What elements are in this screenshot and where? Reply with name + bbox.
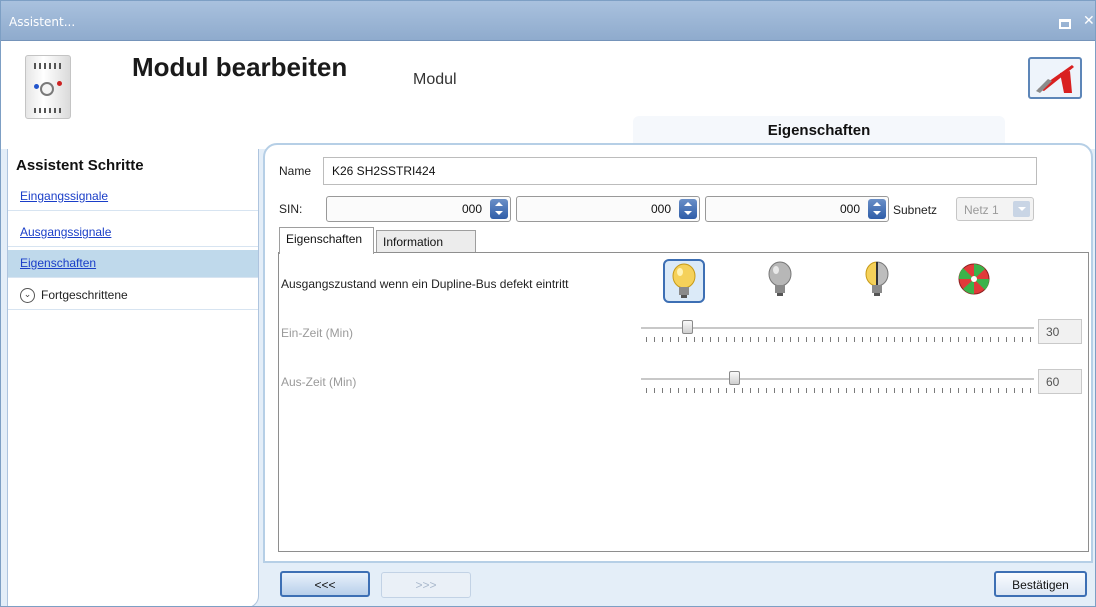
off-time-label: Aus-Zeit (Min): [281, 375, 357, 389]
title-bar: Assistent... ✕: [1, 1, 1095, 41]
sidebar-link[interactable]: Ausgangssignale: [20, 225, 111, 239]
off-time-slider-track[interactable]: [641, 378, 1034, 380]
maximize-icon[interactable]: [1059, 19, 1071, 29]
sidebar: Assistent Schritte Eingangssignale Ausga…: [7, 149, 259, 606]
bulb-half-icon[interactable]: [858, 259, 900, 303]
sin-value: 000: [839, 202, 860, 216]
bulb-off-icon[interactable]: [761, 259, 803, 303]
subnet-value: Netz 1: [964, 203, 999, 217]
name-label: Name: [279, 164, 312, 178]
off-time-value[interactable]: 60: [1038, 369, 1082, 394]
on-time-value[interactable]: 30: [1038, 319, 1082, 344]
sidebar-link[interactable]: Eingangssignale: [20, 189, 108, 203]
sin-spinner-3[interactable]: 000: [705, 196, 889, 222]
close-icon[interactable]: ✕: [1083, 13, 1095, 29]
header: Modul bearbeiten Modul Eigenschaften: [1, 41, 1095, 149]
chevron-down-icon[interactable]: [1013, 201, 1030, 217]
app-logo-icon: [1028, 57, 1082, 99]
sidebar-item-eigenschaften[interactable]: Eigenschaften: [8, 250, 258, 278]
subnet-label: Subnetz: [893, 203, 938, 217]
off-time-slider-ticks: [646, 388, 1031, 393]
page-subtitle: Modul: [413, 71, 457, 88]
sin-value: 000: [650, 202, 671, 216]
chevron-down-icon[interactable]: ⌄: [20, 288, 35, 303]
spinner-buttons[interactable]: [679, 199, 697, 219]
on-time-slider-thumb[interactable]: [682, 320, 694, 334]
window-title: Assistent...: [9, 15, 76, 29]
on-time-slider-track[interactable]: [641, 327, 1034, 329]
sin-value: 000: [461, 202, 482, 216]
name-field[interactable]: K26 SH2SSTRI424: [323, 157, 1037, 185]
confirm-button[interactable]: Bestätigen: [994, 571, 1087, 597]
on-time-slider-ticks: [646, 337, 1031, 342]
sidebar-item-eingangssignale[interactable]: Eingangssignale: [8, 183, 258, 211]
tab-eigenschaften[interactable]: Eigenschaften: [279, 227, 374, 254]
sin-spinner-2[interactable]: 000: [516, 196, 700, 222]
sidebar-title: Assistent Schritte: [16, 157, 144, 174]
subnet-select[interactable]: Netz 1: [956, 197, 1034, 221]
sin-spinner-1[interactable]: 000: [326, 196, 511, 222]
sidebar-item-ausgangssignale[interactable]: Ausgangssignale: [8, 219, 258, 247]
sidebar-link[interactable]: Eigenschaften: [20, 256, 96, 270]
spinner-buttons[interactable]: [490, 199, 508, 219]
page-title: Modul bearbeiten: [132, 52, 348, 82]
toggle-wheel-icon[interactable]: [955, 259, 997, 303]
sidebar-item-label: Fortgeschrittene: [41, 288, 128, 302]
spinner-buttons[interactable]: [868, 199, 886, 219]
sin-label: SIN:: [279, 202, 303, 216]
off-time-slider-thumb[interactable]: [729, 371, 741, 385]
next-button[interactable]: >>>: [381, 572, 471, 598]
previous-button[interactable]: <<<: [280, 571, 370, 597]
module-image: [25, 55, 71, 119]
bulb-on-icon[interactable]: [663, 259, 705, 303]
output-state-label: Ausgangszustand wenn ein Dupline-Bus def…: [281, 277, 569, 291]
on-time-label: Ein-Zeit (Min): [281, 326, 354, 340]
assistant-window: Assistent... ✕ Modul bearbeiten Modul Ei…: [0, 0, 1096, 607]
sidebar-item-fortgeschrittene[interactable]: ⌄ Fortgeschrittene: [8, 282, 258, 310]
